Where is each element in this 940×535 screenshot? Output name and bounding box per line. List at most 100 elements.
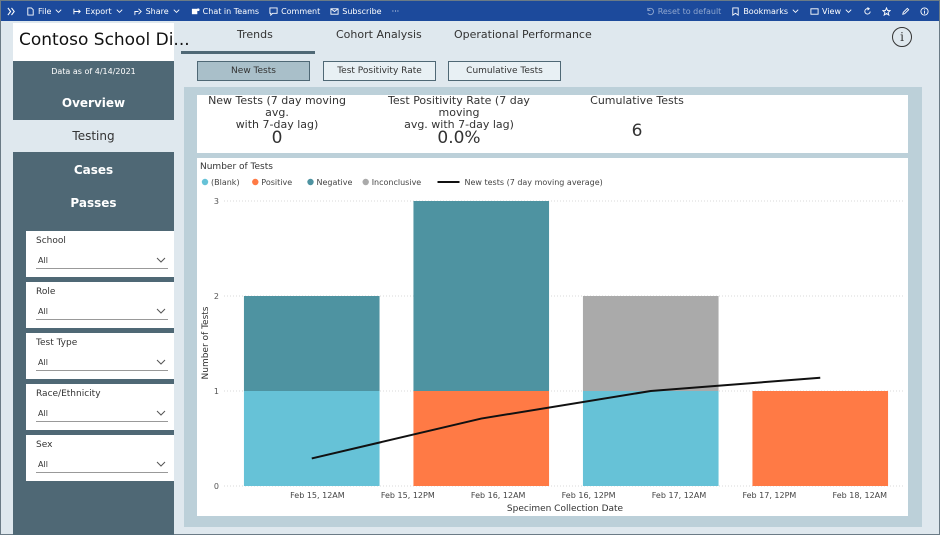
x-tick-label: Feb 17, 12AM: [652, 491, 707, 500]
subtab-new-tests[interactable]: New Tests: [197, 61, 310, 81]
chart-line-series: [311, 376, 821, 460]
favorite-button[interactable]: [882, 6, 891, 16]
kpi-card-row: New Tests (7 day moving avg. with 7-day …: [197, 95, 908, 153]
legend-label: (Blank): [211, 178, 240, 187]
more-label: ···: [391, 6, 400, 16]
chevron-down-icon: [156, 461, 166, 467]
share-menu[interactable]: Share: [134, 7, 181, 16]
legend-label: Inconclusive: [372, 178, 422, 187]
refresh-button[interactable]: [863, 6, 872, 16]
subscribe-button[interactable]: Subscribe: [330, 7, 382, 16]
page-tabs: Trends Cohort Analysis Operational Perfo…: [177, 23, 939, 54]
y-tick-label: 2: [214, 292, 219, 301]
chevron-down-icon: [55, 8, 62, 13]
chart-title: Number of Tests: [200, 162, 273, 172]
report-window: File Export Share Chat in Teams Comment …: [0, 0, 940, 535]
chevron-down-icon: [845, 8, 852, 13]
chat-in-teams-button[interactable]: Chat in Teams: [191, 7, 259, 16]
kpi-cumulative-value: 6: [631, 121, 643, 141]
chevron-down-icon: [156, 410, 166, 416]
active-tab-indicator: [181, 51, 315, 54]
sex-dropdown[interactable]: All: [36, 456, 168, 473]
pencil-icon: [902, 7, 910, 15]
nav-testing[interactable]: Testing: [13, 120, 174, 152]
subtab-test-positivity-rate[interactable]: Test Positivity Rate: [323, 61, 436, 81]
filter-label: Race/Ethnicity: [36, 389, 101, 399]
kpi-new-tests-label: New Tests (7 day moving avg. with 7-day …: [202, 95, 352, 131]
export-label: Export: [85, 6, 112, 16]
chevron-down-icon: [173, 8, 180, 13]
info-icon[interactable]: i: [892, 27, 912, 47]
teams-icon: [191, 7, 200, 14]
legend-marker: [201, 178, 209, 186]
reset-label: Reset to default: [657, 6, 722, 16]
legend-label: New tests (7 day moving average): [465, 178, 603, 187]
view-menu[interactable]: View: [810, 7, 853, 16]
dropdown-value: All: [38, 307, 48, 316]
edit-button[interactable]: [901, 7, 910, 16]
toolbar: File Export Share Chat in Teams Comment …: [1, 1, 939, 21]
legend-marker: [252, 178, 259, 186]
data-as-of-label: Data as of 4/14/2021: [51, 67, 136, 76]
mail-icon: [330, 7, 339, 15]
x-tick-label: Feb 17, 12PM: [742, 491, 796, 500]
filter-label: Test Type: [36, 338, 78, 348]
x-tick-label: Feb 16, 12AM: [471, 491, 526, 500]
file-icon: [27, 6, 34, 16]
bar-segment-blank: [243, 391, 380, 486]
filter-school: School All: [26, 231, 174, 277]
nav-overview[interactable]: Overview: [13, 87, 174, 119]
chat-label: Chat in Teams: [202, 6, 260, 16]
bookmarks-menu[interactable]: Bookmarks: [731, 7, 800, 16]
tab-operational-performance[interactable]: Operational Performance: [454, 28, 592, 41]
tab-trends[interactable]: Trends: [237, 28, 273, 41]
y-tick-label: 0: [214, 482, 219, 491]
x-tick-label: Feb 18, 12AM: [833, 491, 888, 500]
chevron-down-icon: [792, 8, 799, 13]
kpi-positivity-label: Test Positivity Rate (7 day moving avg. …: [374, 95, 544, 131]
refresh-icon: [864, 6, 871, 14]
chart-legend: (Blank) Positive Negative Inconclusive New t…: [201, 178, 603, 187]
test-type-dropdown[interactable]: All: [36, 354, 168, 371]
reset-to-default-button[interactable]: Reset to default: [646, 6, 722, 16]
legend-marker: [362, 178, 369, 186]
chevron-down-icon: [156, 359, 166, 365]
nav-passes[interactable]: Passes: [13, 187, 174, 219]
nav-cases[interactable]: Cases: [13, 154, 174, 186]
chevron-down-icon: [156, 257, 166, 263]
filter-label: Sex: [36, 440, 53, 450]
filter-role: Role All: [26, 282, 174, 328]
export-menu[interactable]: Export: [73, 7, 123, 16]
chart-bars: [243, 201, 889, 486]
more-options-button[interactable]: ···: [392, 7, 400, 16]
info-toolbar-button[interactable]: [920, 6, 929, 16]
content-panel: New Tests (7 day moving avg. with 7-day …: [184, 87, 922, 527]
tab-cohort-analysis[interactable]: Cohort Analysis: [336, 28, 422, 41]
left-navigation: Contoso School Di... Data as of 4/14/202…: [13, 23, 190, 535]
school-dropdown[interactable]: All: [36, 252, 168, 269]
filter-race-ethnicity: Race/Ethnicity All: [26, 384, 174, 430]
x-tick-label: Feb 16, 12PM: [562, 491, 616, 500]
comment-label: Comment: [281, 6, 321, 16]
dropdown-value: All: [38, 358, 48, 367]
dropdown-value: All: [38, 460, 48, 469]
subtab-cumulative-tests[interactable]: Cumulative Tests: [448, 61, 561, 81]
view-label: View: [822, 6, 841, 16]
x-tick-label: Feb 15, 12AM: [290, 491, 345, 500]
filter-label: Role: [36, 287, 56, 297]
y-axis-title: Number of Tests: [201, 306, 211, 379]
app-title-box: Contoso School Di...: [13, 23, 190, 61]
kpi-positivity-value: 0.0%: [437, 128, 481, 148]
expand-nav-button[interactable]: [7, 7, 16, 16]
bar-segment-negative: [243, 296, 380, 391]
toolbar-right: Reset to default Bookmarks View: [640, 1, 933, 21]
dropdown-value: All: [38, 256, 48, 265]
file-menu[interactable]: File: [26, 7, 63, 16]
share-icon: [134, 7, 142, 15]
role-dropdown[interactable]: All: [36, 303, 168, 320]
comment-button[interactable]: Comment: [269, 7, 320, 16]
undo-icon: [647, 7, 654, 15]
race-ethnicity-dropdown[interactable]: All: [36, 405, 168, 422]
comment-icon: [269, 6, 278, 16]
dropdown-value: All: [38, 409, 48, 418]
